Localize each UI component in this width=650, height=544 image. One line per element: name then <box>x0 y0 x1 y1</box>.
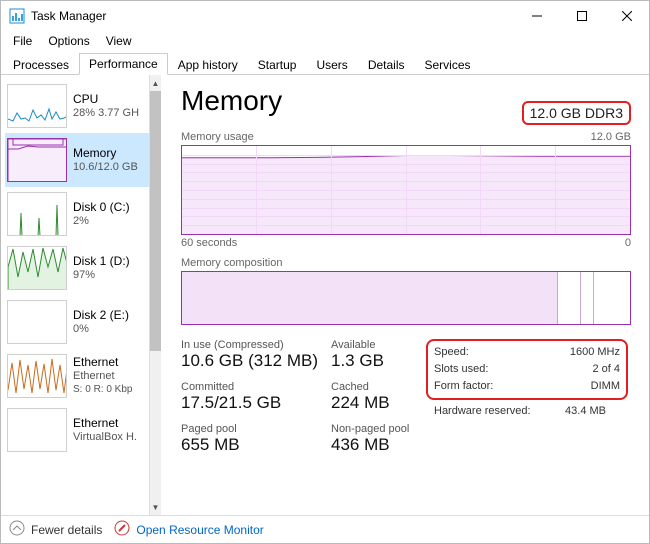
usage-axis-left: 60 seconds <box>181 237 237 249</box>
available-label: Available <box>331 339 426 351</box>
content: CPU28% 3.77 GH Memory10.6/12.0 GB Disk 0… <box>1 75 649 515</box>
ethernet1-sparkline <box>7 354 67 398</box>
cpu-sparkline <box>7 84 67 128</box>
nonpaged-label: Non-paged pool <box>331 423 426 435</box>
menu-bar: File Options View <box>1 31 649 51</box>
cached-label: Cached <box>331 381 426 393</box>
form-label: Form factor: <box>434 378 493 395</box>
sidebar-item-memory[interactable]: Memory10.6/12.0 GB <box>5 133 149 187</box>
scroll-thumb[interactable] <box>150 91 161 351</box>
sidebar-item-sub2: S: 0 R: 0 Kbp <box>73 383 132 397</box>
usage-chart-label: Memory usage <box>181 131 254 143</box>
hw-reserved-label: Hardware reserved: <box>434 403 531 420</box>
sidebar-item-label: Ethernet <box>73 355 132 369</box>
close-button[interactable] <box>604 2 649 31</box>
detail-pane: Memory 12.0 GB DDR3 Memory usage 12.0 GB… <box>161 75 649 515</box>
usage-axis-right: 0 <box>625 237 631 249</box>
tab-services[interactable]: Services <box>415 54 481 75</box>
sidebar-item-disk0[interactable]: Disk 0 (C:)2% <box>5 187 149 241</box>
memory-composition-chart <box>181 271 631 325</box>
slots-value: 2 of 4 <box>592 361 620 378</box>
sidebar-item-cpu[interactable]: CPU28% 3.77 GH <box>5 79 149 133</box>
window-title: Task Manager <box>31 9 514 23</box>
menu-options[interactable]: Options <box>40 32 97 50</box>
fewer-details-label: Fewer details <box>31 523 102 537</box>
sidebar-item-disk2[interactable]: Disk 2 (E:)0% <box>5 295 149 349</box>
usage-chart-max: 12.0 GB <box>591 131 631 143</box>
sidebar-item-label: Ethernet <box>73 416 137 430</box>
menu-view[interactable]: View <box>98 32 140 50</box>
sidebar-item-sub: 0% <box>73 322 129 336</box>
sidebar: CPU28% 3.77 GH Memory10.6/12.0 GB Disk 0… <box>1 75 161 515</box>
composition-label: Memory composition <box>181 257 631 269</box>
disk2-sparkline <box>7 300 67 344</box>
title-bar: Task Manager <box>1 1 649 31</box>
open-resource-monitor-label: Open Resource Monitor <box>136 523 263 537</box>
hw-reserved-value: 43.4 MB <box>565 403 606 420</box>
page-title: Memory <box>181 85 282 117</box>
tab-details[interactable]: Details <box>358 54 415 75</box>
menu-file[interactable]: File <box>5 32 40 50</box>
tab-users[interactable]: Users <box>306 54 357 75</box>
tab-bar: Processes Performance App history Startu… <box>1 51 649 75</box>
in-use-label: In use (Compressed) <box>181 339 331 351</box>
right-stats: Speed: 1600 MHz Slots used: 2 of 4 Form fa… <box>426 339 628 455</box>
committed-value: 17.5/21.5 GB <box>181 393 331 413</box>
maximize-button[interactable] <box>559 2 604 31</box>
sidebar-item-sub: 10.6/12.0 GB <box>73 160 138 174</box>
sidebar-item-label: Disk 0 (C:) <box>73 200 130 214</box>
sidebar-list: CPU28% 3.77 GH Memory10.6/12.0 GB Disk 0… <box>1 75 149 515</box>
committed-label: Committed <box>181 381 331 393</box>
disk0-sparkline <box>7 192 67 236</box>
stats-block: In use (Compressed) 10.6 GB (312 MB) Com… <box>181 339 631 455</box>
tab-app-history[interactable]: App history <box>168 54 248 75</box>
minimize-button[interactable] <box>514 2 559 31</box>
total-memory: 12.0 GB DDR3 <box>522 101 631 125</box>
tab-startup[interactable]: Startup <box>248 54 307 75</box>
resource-monitor-icon <box>114 520 130 539</box>
memory-sparkline <box>7 138 67 182</box>
speed-label: Speed: <box>434 344 469 361</box>
chevron-up-circle-icon <box>9 520 25 539</box>
paged-label: Paged pool <box>181 423 331 435</box>
scroll-down-icon[interactable]: ▼ <box>150 499 161 515</box>
sidebar-item-disk1[interactable]: Disk 1 (D:)97% <box>5 241 149 295</box>
disk1-sparkline <box>7 246 67 290</box>
available-value: 1.3 GB <box>331 351 426 371</box>
cached-value: 224 MB <box>331 393 426 413</box>
sidebar-item-label: Memory <box>73 146 138 160</box>
sidebar-item-ethernet-1[interactable]: EthernetEthernetS: 0 R: 0 Kbp <box>5 349 149 403</box>
tab-performance[interactable]: Performance <box>79 53 168 75</box>
form-value: DIMM <box>591 378 620 395</box>
in-use-value: 10.6 GB (312 MB) <box>181 351 331 371</box>
ethernet2-sparkline <box>7 408 67 452</box>
slots-label: Slots used: <box>434 361 488 378</box>
footer: Fewer details Open Resource Monitor <box>1 515 649 543</box>
sidebar-item-label: CPU <box>73 92 139 106</box>
sidebar-scrollbar[interactable]: ▲ ▼ <box>149 75 161 515</box>
memory-usage-chart <box>181 145 631 235</box>
sidebar-item-label: Disk 2 (E:) <box>73 308 129 322</box>
app-icon <box>9 8 25 24</box>
scroll-up-icon[interactable]: ▲ <box>150 75 161 91</box>
open-resource-monitor-link[interactable]: Open Resource Monitor <box>114 520 263 539</box>
fewer-details-button[interactable]: Fewer details <box>9 520 102 539</box>
sidebar-item-sub: Ethernet <box>73 369 132 383</box>
nonpaged-value: 436 MB <box>331 435 426 455</box>
sidebar-item-sub: VirtualBox H. <box>73 430 137 444</box>
sidebar-item-sub: 2% <box>73 214 130 228</box>
sidebar-item-sub: 28% 3.77 GH <box>73 106 139 120</box>
sidebar-item-label: Disk 1 (D:) <box>73 254 130 268</box>
sidebar-item-sub: 97% <box>73 268 130 282</box>
paged-value: 655 MB <box>181 435 331 455</box>
speed-value: 1600 MHz <box>570 344 620 361</box>
sidebar-item-ethernet-2[interactable]: EthernetVirtualBox H. <box>5 403 149 457</box>
tab-processes[interactable]: Processes <box>3 54 79 75</box>
